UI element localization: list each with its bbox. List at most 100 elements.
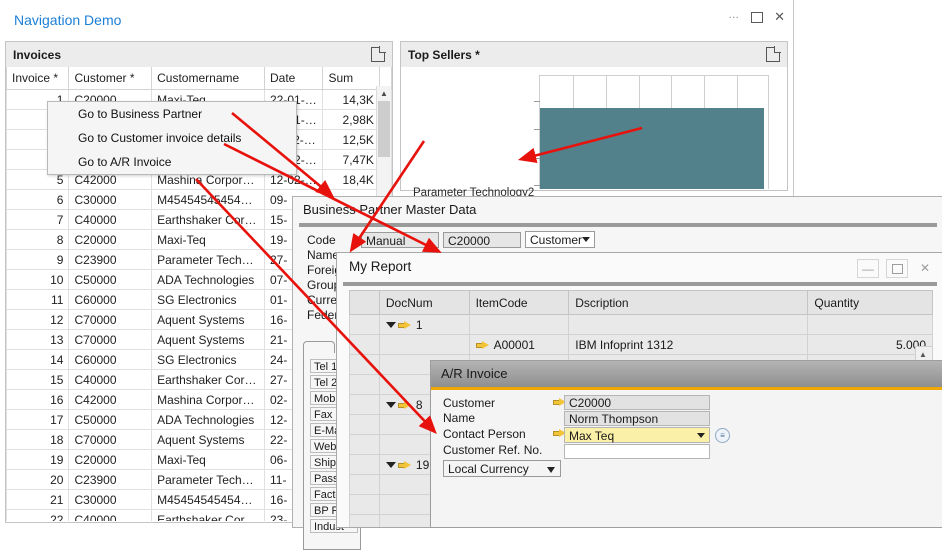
invoice-cell: 20 [6, 469, 70, 490]
bp-title-divider [299, 223, 937, 227]
row-select-cell[interactable] [349, 414, 380, 435]
column-header-date[interactable]: Date [263, 67, 324, 90]
customername-cell: M45454545454545s [151, 489, 265, 510]
ar-name-field[interactable]: Norm Thompson [564, 411, 710, 426]
customername-cell: Earthshaker Corpor… [151, 209, 265, 230]
customername-cell: SG Electronics [151, 349, 265, 370]
bp-code-value-field[interactable]: C20000 [443, 232, 521, 248]
report-window-title: My Report [349, 259, 412, 274]
column-header-customername[interactable]: Customername [151, 67, 265, 90]
row-select-cell[interactable] [349, 514, 380, 527]
customer-cell: C23900 [68, 469, 153, 490]
sum-cell: 7,47K [322, 149, 380, 170]
column-header-dscription[interactable]: Dscription [568, 290, 809, 315]
ar-invoice-title: A/R Invoice [441, 366, 508, 381]
customername-cell: Aquent Systems [151, 309, 265, 330]
customername-cell: ADA Technologies [151, 409, 265, 430]
customername-cell: Aquent Systems [151, 429, 265, 450]
link-arrow-icon[interactable] [397, 400, 412, 410]
expand-panel-icon[interactable] [766, 46, 781, 62]
customername-cell: ADA Technologies [151, 269, 265, 290]
bp-partner-type-value: Customer [530, 233, 583, 247]
link-arrow-icon[interactable] [397, 460, 412, 470]
table-row[interactable]: A00001 IBM Infoprint 1312 5.000 [349, 334, 933, 355]
customer-cell: C50000 [68, 409, 153, 430]
invoice-cell: 6 [6, 189, 70, 210]
itemcode-cell [468, 314, 570, 335]
row-select-cell[interactable] [349, 454, 380, 475]
row-select-cell[interactable] [349, 434, 380, 455]
column-header-invoice[interactable]: Invoice * [6, 67, 70, 90]
close-icon[interactable]: ✕ [915, 259, 935, 276]
table-row[interactable]: 1 [349, 314, 933, 335]
ar-label-name: Name [443, 411, 476, 425]
invoice-cell: 12 [6, 309, 70, 330]
chevron-down-icon [697, 433, 705, 438]
customername-cell: Mashina Corporation [151, 389, 265, 410]
customer-cell: C50000 [68, 269, 153, 290]
chart-y-tick [534, 185, 540, 186]
sum-cell: 14,3K [322, 89, 380, 110]
row-select-cell[interactable] [349, 334, 380, 355]
row-select-cell[interactable] [349, 494, 380, 515]
link-arrow-icon[interactable] [475, 340, 490, 350]
customer-cell: C20000 [68, 229, 153, 250]
invoice-cell: 17 [6, 409, 70, 430]
customer-cell: C70000 [68, 329, 153, 350]
menu-item-go-to-ar-invoice[interactable]: Go to A/R Invoice [48, 150, 296, 174]
customer-cell: C70000 [68, 309, 153, 330]
row-select-cell[interactable] [349, 374, 380, 395]
ar-accent-bar [431, 387, 942, 390]
maximize-icon[interactable] [886, 259, 908, 278]
scrollbar-thumb[interactable] [378, 101, 390, 157]
column-header-sum[interactable]: Sum [322, 67, 380, 90]
list-options-icon[interactable]: ≡ [715, 428, 730, 443]
minimize-icon[interactable]: — [857, 259, 879, 278]
column-header-docnum[interactable]: DocNum [378, 290, 470, 315]
column-header-customer[interactable]: Customer * [68, 67, 153, 90]
maximize-icon[interactable] [751, 11, 764, 23]
row-select-cell[interactable] [349, 394, 380, 415]
ar-customer-field[interactable]: C20000 [564, 395, 710, 410]
row-select-cell[interactable] [349, 354, 380, 375]
column-header-itemcode[interactable]: ItemCode [468, 290, 570, 315]
customername-cell: SG Electronics [151, 289, 265, 310]
column-header-quantity[interactable]: Quantity [807, 290, 933, 315]
quantity-cell [807, 314, 933, 335]
scroll-up-arrow-icon[interactable]: ▲ [917, 348, 929, 360]
collapse-triangle-icon[interactable] [385, 462, 396, 469]
expand-panel-icon[interactable] [371, 46, 386, 62]
invoices-table-header-row: Invoice * Customer * Customername Date S… [6, 67, 392, 90]
ar-customer-ref-input[interactable] [564, 444, 710, 459]
invoice-cell: 19 [6, 449, 70, 470]
link-arrow-icon[interactable] [397, 320, 412, 330]
scroll-up-arrow-icon[interactable]: ▲ [377, 86, 391, 100]
menu-item-go-to-customer-invoice-details[interactable]: Go to Customer invoice details [48, 126, 296, 150]
ar-contact-person-value: Max Teq [569, 429, 615, 443]
chart-bar-parameter-technology2[interactable] [540, 108, 764, 189]
top-sellers-panel: Top Sellers * Parameter Technology2 [400, 41, 788, 199]
invoice-cell: 14 [6, 349, 70, 370]
ar-contact-person-select[interactable]: Max Teq [564, 427, 710, 443]
invoices-panel-title: Invoices [13, 47, 62, 62]
ar-currency-select[interactable]: Local Currency [443, 460, 561, 477]
collapse-triangle-icon[interactable] [385, 322, 396, 329]
docnum-value: 1 [415, 317, 423, 332]
close-icon[interactable]: ✕ [774, 10, 785, 23]
row-select-cell[interactable] [349, 474, 380, 495]
customername-cell: Parameter Technol… [151, 469, 265, 490]
collapse-triangle-icon[interactable] [385, 402, 396, 409]
top-sellers-panel-header: Top Sellers * [401, 42, 787, 68]
menu-item-go-to-business-partner[interactable]: Go to Business Partner [48, 102, 296, 126]
minimize-icon[interactable]: … [728, 9, 740, 21]
customername-cell: Aquent Systems [151, 329, 265, 350]
context-menu: Go to Business Partner Go to Customer in… [47, 101, 297, 175]
row-select-cell[interactable] [349, 314, 380, 335]
bp-code-mode-field[interactable]: Manual [361, 232, 439, 248]
bp-partner-type-select[interactable]: Customer [525, 231, 595, 248]
customername-cell: Parameter Technol… [151, 249, 265, 270]
invoice-cell: 7 [6, 209, 70, 230]
customer-cell: C40000 [68, 369, 153, 390]
customer-cell: C40000 [68, 209, 153, 230]
customer-cell: C42000 [68, 389, 153, 410]
